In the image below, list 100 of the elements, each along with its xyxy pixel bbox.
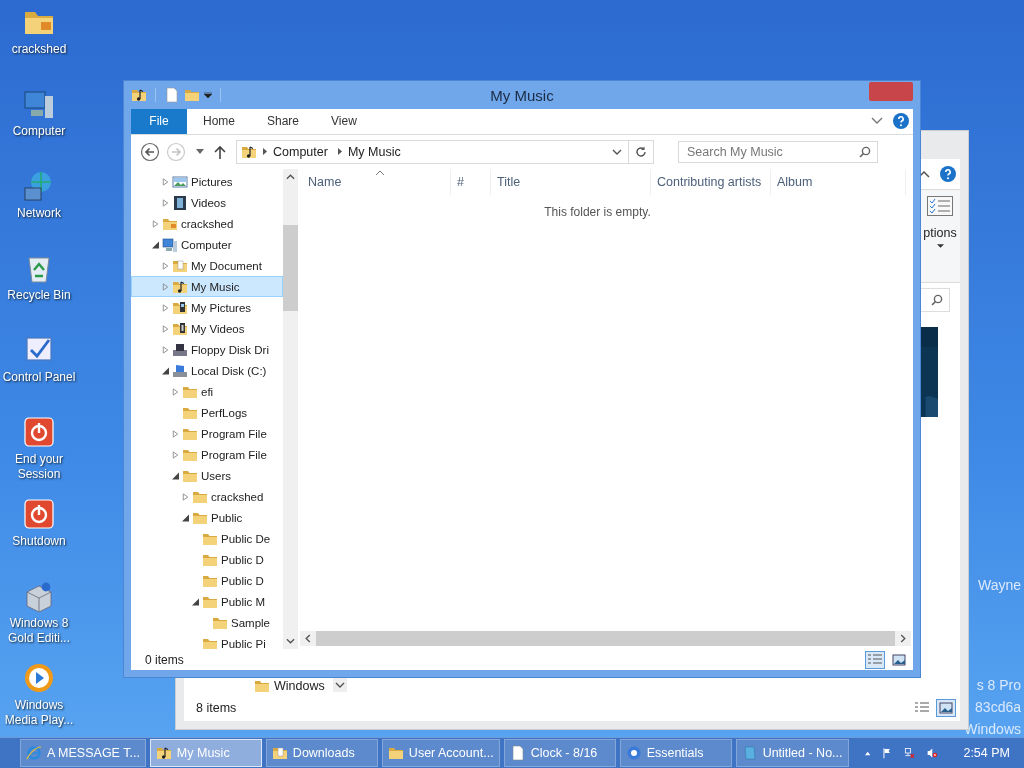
search-field[interactable]: Search My Music	[678, 140, 878, 163]
taskbar-button[interactable]: Essentials	[619, 739, 732, 767]
tree-item[interactable]: efi	[131, 381, 283, 403]
collapsed-arrow-icon[interactable]	[162, 261, 169, 270]
flag-icon[interactable]	[881, 745, 893, 761]
desktop-icon-label[interactable]: End your Session	[0, 452, 78, 482]
breadcrumb[interactable]: Computer	[273, 144, 328, 159]
help-icon[interactable]	[893, 113, 909, 130]
ribbon-button-label[interactable]: ptions	[923, 226, 957, 240]
collapsed-arrow-icon[interactable]	[162, 177, 169, 186]
up-arrow-icon[interactable]	[214, 144, 226, 159]
tree-item[interactable]: My Pictures	[131, 297, 283, 319]
search-icon[interactable]	[859, 145, 871, 158]
collapsed-arrow-icon[interactable]	[172, 429, 179, 438]
breadcrumb[interactable]: My Music	[347, 144, 401, 159]
breadcrumb-arrow-icon[interactable]	[263, 148, 267, 156]
tree-item[interactable]: Program File	[131, 444, 283, 466]
recent-locations-icon[interactable]	[196, 149, 204, 155]
tree-item[interactable]: crackshed	[131, 213, 283, 235]
column-header[interactable]: Contributing artists	[651, 169, 771, 196]
desktop-icon-label[interactable]: Recycle Bin	[0, 288, 78, 303]
scroll-right-icon[interactable]	[900, 634, 906, 644]
network-icon[interactable]	[904, 745, 915, 761]
collapsed-arrow-icon[interactable]	[162, 345, 169, 354]
tree-item[interactable]: Videos	[131, 192, 283, 214]
collapsed-arrow-icon[interactable]	[152, 219, 159, 228]
scroll-up-icon[interactable]	[286, 174, 295, 181]
column-header[interactable]: #	[451, 169, 491, 196]
tree-item[interactable]: crackshed	[131, 486, 283, 508]
tree-item[interactable]: Public De	[131, 528, 283, 550]
scroll-thumb[interactable]	[283, 225, 298, 312]
caret-icon[interactable]	[936, 244, 944, 248]
column-header[interactable]: Album	[771, 169, 906, 196]
scrollbar[interactable]	[283, 169, 298, 650]
tree-item[interactable]: Pictures	[131, 171, 283, 193]
tree-item[interactable]: Program File	[131, 423, 283, 445]
tree-item[interactable]: Computer	[131, 234, 283, 256]
power-icon[interactable]	[23, 498, 55, 530]
collapsed-arrow-icon[interactable]	[162, 324, 169, 333]
music-folder-icon[interactable]	[131, 87, 147, 103]
tree-item[interactable]: Public	[131, 507, 283, 529]
tree-item[interactable]: My Document	[131, 255, 283, 277]
ribbon-tab[interactable]: Share	[251, 109, 316, 134]
collapsed-arrow-icon[interactable]	[172, 450, 179, 459]
taskbar-button[interactable]: User Account...	[381, 739, 500, 767]
taskbar-button[interactable]: Untitled - No...	[735, 739, 849, 767]
expanded-arrow-icon[interactable]	[192, 597, 199, 606]
expanded-arrow-icon[interactable]	[182, 513, 189, 522]
taskbar-button[interactable]: A MESSAGE T...	[20, 739, 146, 767]
clock[interactable]: 2:54 PM	[963, 746, 1010, 760]
help-icon[interactable]	[940, 166, 956, 182]
taskbar-button[interactable]: Downloads	[265, 739, 378, 767]
tree-item[interactable]: Users	[131, 465, 283, 487]
ribbon-collapse-icon[interactable]	[918, 170, 930, 178]
file-menu-button[interactable]: File	[131, 109, 187, 134]
power-icon[interactable]	[23, 416, 55, 448]
column-header[interactable]: Name	[302, 169, 451, 196]
ribbon-tab[interactable]: Home	[187, 109, 251, 134]
collapsed-arrow-icon[interactable]	[162, 303, 169, 312]
scroll-down-icon[interactable]	[332, 678, 347, 692]
breadcrumb-arrow-icon[interactable]	[337, 148, 342, 156]
desktop-icon-label[interactable]: Control Panel	[0, 370, 78, 385]
checklist-icon[interactable]	[927, 196, 953, 216]
tree-item[interactable]: Public M	[131, 591, 283, 613]
refresh-icon[interactable]	[635, 145, 647, 158]
tree-item[interactable]: My Videos	[131, 318, 283, 340]
caret-icon[interactable]	[204, 92, 212, 98]
tree-item[interactable]: Windows	[254, 678, 325, 694]
tree-item[interactable]: Floppy Disk Dri	[131, 339, 283, 361]
media-player-icon[interactable]	[23, 662, 55, 694]
collapsed-arrow-icon[interactable]	[172, 387, 179, 396]
expanded-arrow-icon[interactable]	[172, 471, 179, 480]
collapsed-arrow-icon[interactable]	[182, 492, 189, 501]
tree-item[interactable]: Sample	[131, 612, 283, 634]
tree-item[interactable]: Public D	[131, 570, 283, 592]
taskbar-button[interactable]: Clock - 8/16	[503, 739, 616, 767]
scroll-down-icon[interactable]	[286, 638, 295, 645]
desktop-icon-label[interactable]: crackshed	[0, 42, 78, 57]
tree-item[interactable]: PerfLogs	[131, 402, 283, 424]
expanded-arrow-icon[interactable]	[152, 240, 159, 249]
desktop-icon-label[interactable]: Computer	[0, 124, 78, 139]
column-header[interactable]: Title	[491, 169, 651, 196]
desktop-icon-label[interactable]: Network	[0, 206, 78, 221]
properties-icon[interactable]	[164, 87, 180, 103]
ribbon-expand-icon[interactable]	[871, 117, 883, 126]
show-hidden-icons-icon[interactable]	[864, 750, 870, 756]
ribbon-tab[interactable]: View	[315, 109, 373, 134]
collapsed-arrow-icon[interactable]	[162, 198, 169, 207]
expanded-arrow-icon[interactable]	[162, 366, 169, 375]
details-view-button[interactable]	[865, 650, 885, 669]
tree-item[interactable]: Local Disk (C:)	[131, 360, 283, 382]
scroll-left-icon[interactable]	[305, 634, 311, 644]
large-icons-view-button[interactable]	[936, 699, 956, 717]
package-icon[interactable]	[23, 580, 55, 612]
back-icon[interactable]	[140, 141, 160, 162]
address-bar[interactable]: Computer My Music	[236, 139, 654, 164]
computer-icon[interactable]	[23, 88, 55, 120]
tree-item[interactable]: Public D	[131, 549, 283, 571]
tree-item[interactable]: My Music	[131, 276, 283, 298]
tree-item[interactable]: Public Pi	[131, 633, 283, 650]
